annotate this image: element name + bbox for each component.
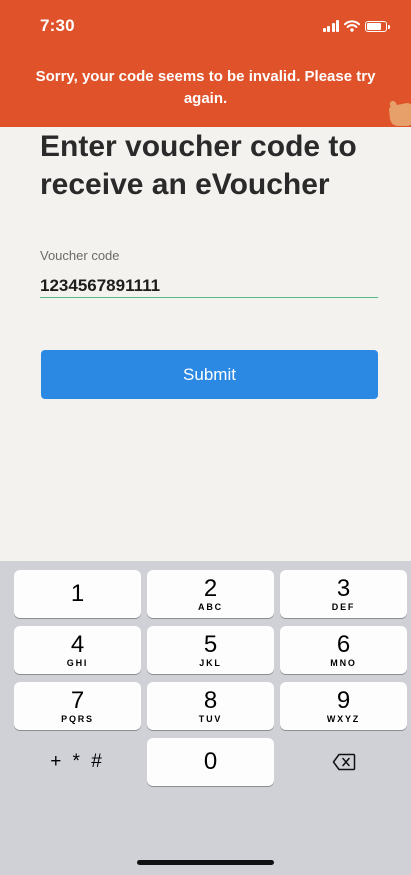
key-number: 5 xyxy=(203,630,218,658)
signal-icon xyxy=(322,20,339,32)
hand-icon xyxy=(389,100,411,126)
backspace-key[interactable] xyxy=(280,738,407,786)
key-number: 3 xyxy=(336,574,351,602)
numeric-keypad: 1 2 ABC 3 DEF 4 GHI 5 JKL 6 MNO 7 PQRS 8… xyxy=(0,561,411,875)
voucher-input[interactable] xyxy=(40,276,378,296)
key-number: 8 xyxy=(203,686,218,714)
symbols-label: + * # xyxy=(50,751,105,772)
key-letters: DEF xyxy=(331,601,356,612)
status-bar: 7:30 xyxy=(0,0,411,52)
status-time: 7:30 xyxy=(40,16,75,35)
backspace-icon xyxy=(332,753,355,771)
key-2[interactable]: 2 ABC xyxy=(147,570,274,618)
submit-button[interactable]: Submit xyxy=(41,350,378,399)
key-number: 9 xyxy=(336,686,351,714)
key-letters: TUV xyxy=(198,713,223,724)
key-number: 2 xyxy=(203,574,218,602)
battery-icon xyxy=(365,20,390,32)
key-letters: JKL xyxy=(199,657,222,668)
key-5[interactable]: 5 JKL xyxy=(147,626,274,674)
status-icons xyxy=(322,20,390,32)
key-1[interactable]: 1 xyxy=(14,570,141,618)
key-9[interactable]: 9 WXYZ xyxy=(280,682,407,730)
voucher-label: Voucher code xyxy=(40,248,120,263)
symbols-key[interactable]: + * # xyxy=(14,738,141,786)
error-toast: 7:30 Sorry, your code seems to be invali… xyxy=(0,0,411,127)
key-0[interactable]: 0 xyxy=(147,738,274,786)
key-7[interactable]: 7 PQRS xyxy=(14,682,141,730)
key-number: 1 xyxy=(70,580,85,607)
key-8[interactable]: 8 TUV xyxy=(147,682,274,730)
wifi-icon xyxy=(344,20,360,32)
key-number: 6 xyxy=(336,630,351,658)
key-number: 7 xyxy=(70,686,85,714)
error-message: Sorry, your code seems to be invalid. Pl… xyxy=(35,68,376,107)
key-6[interactable]: 6 MNO xyxy=(280,626,407,674)
key-letters: ABC xyxy=(198,601,223,612)
key-number: 4 xyxy=(70,630,85,658)
key-letters: GHI xyxy=(66,657,89,668)
phone-screen: 7:30 Sorry, your code seems to be invali… xyxy=(0,0,411,875)
page-title: Enter voucher code to receive an eVouche… xyxy=(40,130,357,201)
input-underline xyxy=(40,297,378,298)
key-number: 0 xyxy=(203,748,218,775)
key-letters: PQRS xyxy=(61,713,94,724)
key-letters: MNO xyxy=(330,657,357,668)
home-indicator xyxy=(137,860,274,865)
key-letters: WXYZ xyxy=(326,713,361,724)
key-4[interactable]: 4 GHI xyxy=(14,626,141,674)
key-3[interactable]: 3 DEF xyxy=(280,570,407,618)
